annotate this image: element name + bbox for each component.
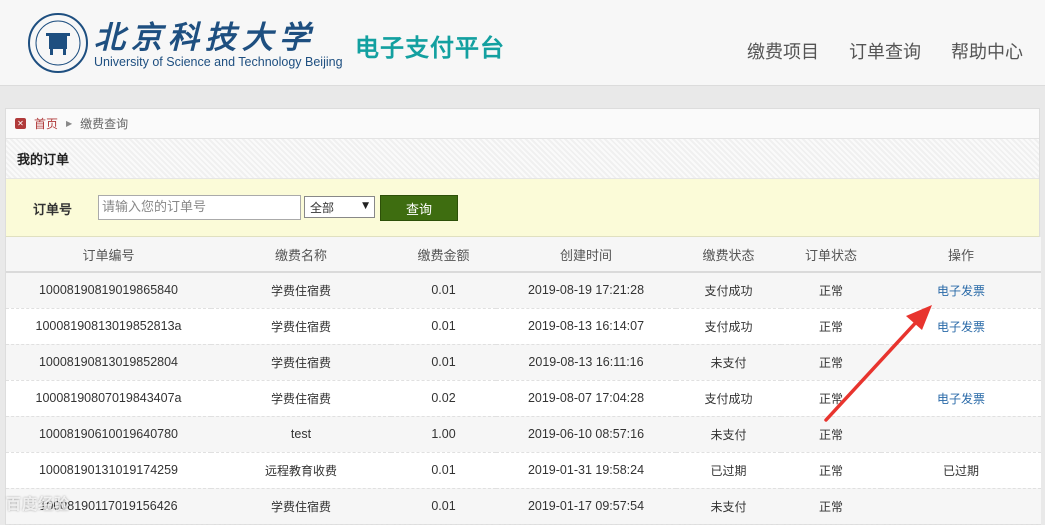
cell-amount: 0.01 — [391, 452, 496, 489]
breadcrumb: ✕ 首页 ▶ 缴费查询 — [6, 109, 1039, 139]
cell-created-time: 2019-08-07 17:04:28 — [496, 380, 676, 417]
e-invoice-link[interactable]: 电子发票 — [937, 392, 985, 406]
top-nav: 缴费项目 订单查询 帮助中心 — [747, 38, 1023, 64]
col-payment-status: 缴费状态 — [676, 237, 781, 273]
cell-actions — [881, 344, 1041, 381]
status-select-value: 全部 — [310, 200, 335, 215]
col-created-time: 创建时间 — [496, 237, 676, 273]
cell-created-time: 2019-08-19 17:21:28 — [496, 272, 676, 309]
cell-amount: 0.02 — [391, 380, 496, 417]
table-row: 10008190117019156426 学费住宿费 0.01 2019-01-… — [6, 488, 1041, 525]
cell-amount: 1.00 — [391, 416, 496, 453]
cell-created-time: 2019-08-13 16:14:07 — [496, 308, 676, 345]
table-row: 10008190610019640780 test 1.00 2019-06-1… — [6, 416, 1041, 453]
query-button[interactable]: 查询 — [380, 195, 458, 221]
dropdown-arrow-icon: ▼ — [362, 201, 369, 211]
cell-payment-status: 支付成功 — [676, 308, 781, 345]
col-payment-name: 缴费名称 — [211, 237, 391, 273]
cell-payment-status: 未支付 — [676, 344, 781, 381]
university-seal-icon — [28, 13, 88, 73]
search-bar: 订单号 全部 ▼ 查询 — [6, 179, 1039, 237]
cell-order-number: 10008190610019640780 — [6, 416, 211, 453]
cell-payment-name: test — [211, 416, 391, 453]
cell-amount: 0.01 — [391, 272, 496, 309]
cell-payment-name: 学费住宿费 — [211, 344, 391, 381]
university-name-cn: 北京科技大学 — [94, 20, 316, 56]
cell-order-status: 正常 — [781, 272, 881, 309]
e-invoice-link[interactable]: 电子发票 — [937, 320, 985, 334]
col-order-number: 订单编号 — [6, 237, 211, 273]
cell-payment-status: 已过期 — [676, 452, 781, 489]
site-header: 北京科技大学 University of Science and Technol… — [0, 0, 1045, 86]
table-row: 10008190819019865840 学费住宿费 0.01 2019-08-… — [6, 272, 1041, 309]
cell-order-number: 10008190813019852813a — [6, 308, 211, 345]
e-invoice-link[interactable]: 电子发票 — [937, 284, 985, 298]
cell-amount: 0.01 — [391, 488, 496, 525]
cell-payment-status: 未支付 — [676, 416, 781, 453]
table-row: 10008190813019852813a 学费住宿费 0.01 2019-08… — [6, 308, 1041, 345]
home-icon: ✕ — [15, 118, 26, 129]
cell-created-time: 2019-08-13 16:11:16 — [496, 344, 676, 381]
status-select[interactable]: 全部 ▼ — [304, 196, 375, 218]
cell-amount: 0.01 — [391, 308, 496, 345]
cell-payment-name: 学费住宿费 — [211, 272, 391, 309]
university-name-en: University of Science and Technology Bei… — [94, 55, 343, 69]
cell-created-time: 2019-06-10 08:57:16 — [496, 416, 676, 453]
table-row: 10008190131019174259 远程教育收费 0.01 2019-01… — [6, 452, 1041, 489]
breadcrumb-separator-icon: ▶ — [66, 119, 73, 128]
cell-order-status: 正常 — [781, 452, 881, 489]
cell-order-status: 正常 — [781, 416, 881, 453]
cell-order-number: 10008190819019865840 — [6, 272, 211, 309]
table-row: 10008190813019852804 学费住宿费 0.01 2019-08-… — [6, 344, 1041, 381]
cell-order-number: 10008190807019843407a — [6, 380, 211, 417]
order-number-label: 订单号 — [33, 203, 73, 218]
nav-item-help-center[interactable]: 帮助中心 — [951, 38, 1023, 64]
cell-created-time: 2019-01-31 19:58:24 — [496, 452, 676, 489]
cell-payment-name: 远程教育收费 — [211, 452, 391, 489]
cell-created-time: 2019-01-17 09:57:54 — [496, 488, 676, 525]
order-number-input[interactable] — [98, 195, 301, 220]
cell-amount: 0.01 — [391, 344, 496, 381]
cell-order-status: 正常 — [781, 344, 881, 381]
cell-payment-name: 学费住宿费 — [211, 488, 391, 525]
nav-item-order-query[interactable]: 订单查询 — [849, 38, 921, 64]
col-order-status: 订单状态 — [781, 237, 881, 273]
orders-table: 订单编号 缴费名称 缴费金额 创建时间 缴费状态 订单状态 操作 1000819… — [6, 237, 1041, 525]
cell-actions — [881, 416, 1041, 453]
table-row: 10008190807019843407a 学费住宿费 0.02 2019-08… — [6, 380, 1041, 417]
cell-order-number: 10008190813019852804 — [6, 344, 211, 381]
col-actions: 操作 — [881, 237, 1041, 273]
cell-actions — [881, 488, 1041, 525]
breadcrumb-home[interactable]: 首页 — [34, 115, 58, 132]
expired-text: 已过期 — [942, 463, 979, 478]
cell-order-number: 10008190131019174259 — [6, 452, 211, 489]
cell-payment-status: 支付成功 — [676, 272, 781, 309]
cell-order-status: 正常 — [781, 488, 881, 525]
section-title: 我的订单 — [6, 139, 1039, 179]
cell-order-status: 正常 — [781, 380, 881, 417]
nav-item-payment-items[interactable]: 缴费项目 — [747, 38, 819, 64]
main-panel: ✕ 首页 ▶ 缴费查询 我的订单 订单号 全部 ▼ 查询 订单编号 缴费名称 缴… — [5, 108, 1041, 525]
cell-payment-status: 支付成功 — [676, 380, 781, 417]
platform-title: 电子支付平台 — [355, 34, 505, 62]
breadcrumb-current: 缴费查询 — [80, 117, 129, 131]
cell-payment-name: 学费住宿费 — [211, 308, 391, 345]
cell-order-status: 正常 — [781, 308, 881, 345]
cell-payment-status: 未支付 — [676, 488, 781, 525]
cell-payment-name: 学费住宿费 — [211, 380, 391, 417]
table-header-row: 订单编号 缴费名称 缴费金额 创建时间 缴费状态 订单状态 操作 — [6, 237, 1041, 273]
col-amount: 缴费金额 — [391, 237, 496, 273]
watermark: 百度经验 — [6, 495, 71, 513]
